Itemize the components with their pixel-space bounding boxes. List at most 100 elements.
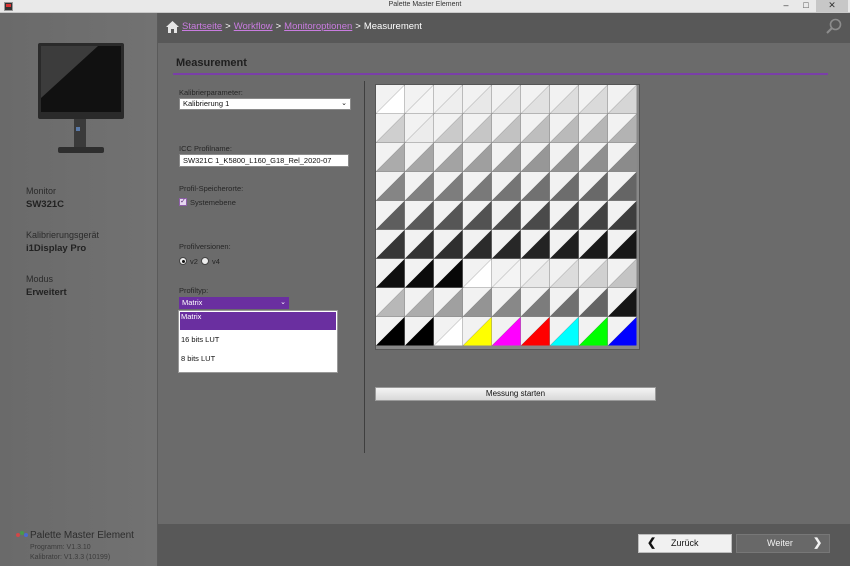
- next-button[interactable]: Weiter ❯: [736, 534, 830, 553]
- color-patch: [405, 230, 434, 259]
- title-bar: Palette Master Element – □ ✕: [0, 0, 850, 13]
- color-patch: [434, 230, 463, 259]
- color-patch: [405, 172, 434, 201]
- color-patch: [434, 259, 463, 288]
- home-icon[interactable]: [166, 21, 179, 33]
- color-patch: [521, 114, 550, 143]
- color-patch: [434, 288, 463, 317]
- color-patch: [434, 143, 463, 172]
- color-patch: [608, 143, 637, 172]
- color-patch: [550, 259, 579, 288]
- color-patch: [521, 85, 550, 114]
- color-patch: [492, 201, 521, 230]
- color-patch: [521, 201, 550, 230]
- calibrator-version: Kalibrator: V1.3.3 (10199): [30, 554, 111, 561]
- color-patch: [550, 317, 579, 346]
- color-patch: [405, 114, 434, 143]
- next-button-label: Weiter: [767, 538, 793, 548]
- breadcrumb-options-link[interactable]: Monitoroptionen: [284, 21, 352, 32]
- color-patch: [579, 114, 608, 143]
- color-patch: [463, 143, 492, 172]
- color-patch: [376, 288, 405, 317]
- mode-label: Modus: [26, 274, 54, 284]
- calibrator-value: i1Display Pro: [26, 243, 87, 254]
- color-patch: [376, 230, 405, 259]
- start-measurement-button[interactable]: Messung starten: [375, 387, 656, 401]
- color-patch: [579, 230, 608, 259]
- color-patch: [463, 230, 492, 259]
- chevron-down-icon: ⌄: [341, 100, 347, 107]
- color-patch: [405, 85, 434, 114]
- profil-speicherorte-label: Profil-Speicherorte:: [179, 184, 244, 193]
- color-patch: [434, 114, 463, 143]
- header: Startseite > Workflow > Monitoroptionen > Meas…: [158, 13, 850, 43]
- color-patch: [405, 201, 434, 230]
- chevron-right-icon: ❯: [813, 537, 823, 549]
- color-patch: [550, 230, 579, 259]
- color-patch: [521, 259, 550, 288]
- color-patch: [405, 317, 434, 346]
- icc-profilname-input[interactable]: SW321C 1_K5800_L160_G18_Rel_2020-07: [179, 154, 349, 167]
- monitor-illustration: [38, 43, 124, 153]
- color-patch: [608, 317, 637, 346]
- color-patch: [608, 114, 637, 143]
- color-patch: [492, 114, 521, 143]
- page-title: Measurement: [176, 57, 247, 69]
- color-patch: [463, 259, 492, 288]
- color-patch: [492, 230, 521, 259]
- color-patch: [376, 259, 405, 288]
- v2-radio-label: v2: [190, 257, 198, 266]
- breadcrumb-home-link[interactable]: Startseite: [182, 21, 222, 32]
- color-patch: [376, 143, 405, 172]
- profiltyp-dropdown: Matrix 16 bits LUT 8 bits LUT: [178, 310, 338, 373]
- mode-value: Erweitert: [26, 287, 67, 298]
- back-button[interactable]: ❮ Zurück: [638, 534, 732, 553]
- systemebene-checkbox[interactable]: ✓: [179, 198, 187, 206]
- color-patch: [463, 201, 492, 230]
- calibrator-label: Kalibrierungsgerät: [26, 230, 100, 240]
- color-patch: [608, 288, 637, 317]
- breadcrumb-separator: >: [275, 21, 282, 32]
- profiltyp-value: Matrix: [182, 298, 203, 307]
- color-patch: [376, 172, 405, 201]
- dropdown-option-16bit-lut[interactable]: 16 bits LUT: [180, 333, 336, 351]
- color-patch: [434, 317, 463, 346]
- measurement-patch-grid: [375, 84, 640, 350]
- sidebar: Monitor SW321C Kalibrierungsgerät i1Disp…: [0, 13, 158, 566]
- color-patch: [521, 288, 550, 317]
- icc-profilname-label: ICC Profilname:: [179, 144, 232, 153]
- color-patch: [550, 85, 579, 114]
- profiltyp-select[interactable]: Matrix ⌄: [179, 297, 289, 309]
- systemebene-label: Systemebene: [190, 198, 236, 207]
- color-patch: [608, 85, 637, 114]
- kalibrierparameter-select[interactable]: Kalibrierung 1 ⌄: [179, 98, 351, 110]
- brand-logo-icon: [16, 531, 28, 539]
- color-patch: [492, 85, 521, 114]
- dropdown-option-matrix[interactable]: Matrix: [180, 312, 336, 330]
- vertical-divider: [364, 81, 365, 453]
- breadcrumb-workflow-link[interactable]: Workflow: [234, 21, 273, 32]
- app-window: Palette Master Element – □ ✕ Monitor SW3…: [0, 0, 850, 566]
- search-icon[interactable]: [825, 17, 843, 35]
- minimize-button[interactable]: –: [776, 0, 796, 12]
- color-patch: [434, 201, 463, 230]
- v4-radio-label: v4: [212, 257, 220, 266]
- chevron-left-icon: ❮: [647, 537, 657, 549]
- window-title: Palette Master Element: [388, 1, 462, 8]
- maximize-button[interactable]: □: [796, 0, 816, 12]
- color-patch: [463, 172, 492, 201]
- color-patch: [521, 317, 550, 346]
- dropdown-option-8bit-lut[interactable]: 8 bits LUT: [180, 352, 336, 370]
- monitor-label: Monitor: [26, 186, 57, 196]
- chevron-down-icon: ⌄: [280, 299, 286, 306]
- color-patch: [550, 172, 579, 201]
- color-patch: [579, 172, 608, 201]
- breadcrumb-separator: >: [225, 21, 231, 32]
- v4-radio[interactable]: [201, 257, 209, 265]
- color-patch: [579, 85, 608, 114]
- close-button[interactable]: ✕: [816, 0, 848, 12]
- color-patch: [463, 288, 492, 317]
- v2-radio[interactable]: [179, 257, 187, 265]
- color-patch: [579, 288, 608, 317]
- footer: ❮ Zurück Weiter ❯: [158, 524, 850, 566]
